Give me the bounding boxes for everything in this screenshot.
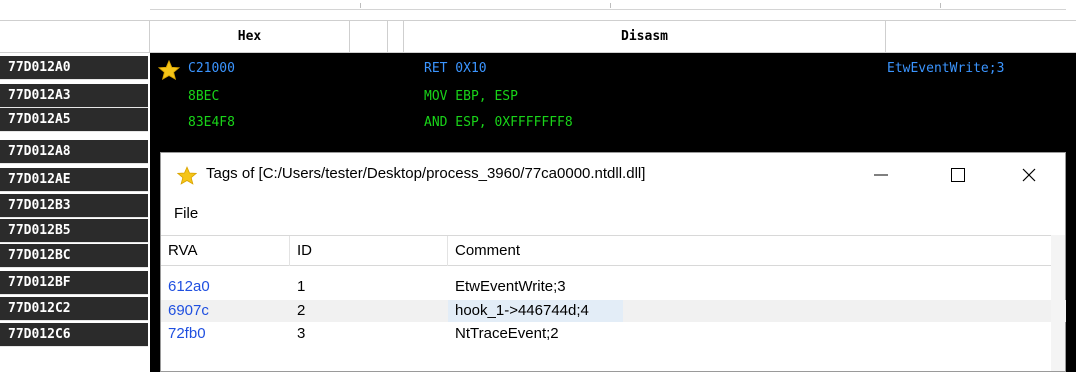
header-disasm[interactable]: Disasm <box>404 21 886 52</box>
code-row[interactable]: 83E4F8 AND ESP, 0XFFFFFFF8 <box>150 111 1076 135</box>
address-cell[interactable]: 77D012C2 <box>0 297 148 321</box>
header-hex[interactable]: Hex <box>150 21 350 52</box>
column-header-comment[interactable]: Comment <box>448 236 1051 266</box>
address-cell[interactable]: 77D012C6 <box>0 323 148 347</box>
close-icon <box>1022 168 1036 182</box>
column-header-rva[interactable]: RVA <box>161 236 289 266</box>
column-header: Hex Disasm <box>0 20 1076 53</box>
address-cell[interactable]: 77D012A8 <box>0 140 148 164</box>
table-header: RVA ID Comment <box>161 235 1065 266</box>
dialog-titlebar[interactable]: Tags of [C:/Users/tester/Desktop/process… <box>161 153 1065 197</box>
ruler-line <box>150 9 1066 10</box>
header-comment[interactable] <box>886 21 1076 52</box>
code-row[interactable]: C21000 RET 0X10 EtwEventWrite;3 <box>150 57 1076 81</box>
address-cell[interactable]: 77D012A3 <box>0 84 148 108</box>
vertical-scrollbar[interactable] <box>1051 235 1065 371</box>
menu-bar: File <box>161 197 1065 229</box>
tags-dialog: Tags of [C:/Users/tester/Desktop/process… <box>160 152 1066 372</box>
maximize-button[interactable] <box>936 159 980 191</box>
cell-id: 1 <box>297 278 306 295</box>
cell-comment: EtwEventWrite;3 <box>455 278 566 295</box>
tags-table: RVA ID Comment 612a0 1 EtwEventWrite;3 6… <box>161 235 1066 371</box>
minimize-button[interactable] <box>859 159 903 191</box>
minimize-icon <box>874 174 888 176</box>
column-header-id[interactable]: ID <box>290 236 447 266</box>
address-cell[interactable]: 77D012BC <box>0 244 148 268</box>
cell-comment: hook_1->446744d;4 <box>455 302 589 319</box>
address-cell[interactable]: 77D012A5 <box>0 108 148 132</box>
hex-bytes: 83E4F8 <box>188 115 235 130</box>
header-hex-label: Hex <box>237 29 262 44</box>
address-cell[interactable]: 77D012BF <box>0 271 148 295</box>
star-icon <box>158 60 180 80</box>
ruler-tick <box>940 3 941 8</box>
cell-rva: 612a0 <box>168 278 210 295</box>
header-address[interactable] <box>0 21 150 52</box>
address-cell[interactable]: 77D012A0 <box>0 56 148 80</box>
address-cell[interactable]: 77D012B5 <box>0 219 148 243</box>
cell-comment: NtTraceEvent;2 <box>455 325 559 342</box>
app-window: Hex Disasm 77D012A0 77D012A3 77D012A5 77… <box>0 0 1076 372</box>
star-icon <box>177 166 197 185</box>
code-row[interactable]: 8BEC MOV EBP, ESP <box>150 85 1076 109</box>
ruler-tick <box>360 3 361 8</box>
header-disasm-label: Disasm <box>621 29 668 44</box>
instruction: MOV EBP, ESP <box>424 89 518 104</box>
cell-id: 2 <box>297 302 306 319</box>
top-ruler <box>0 0 1076 20</box>
address-cell[interactable]: 77D012B3 <box>0 194 148 218</box>
header-spacer[interactable] <box>350 21 388 52</box>
dialog-title: Tags of [C:/Users/tester/Desktop/process… <box>206 165 646 182</box>
address-cell[interactable]: 77D012AE <box>0 168 148 192</box>
cell-rva: 6907c <box>168 302 209 319</box>
menu-file[interactable]: File <box>174 205 198 222</box>
cell-rva: 72fb0 <box>168 325 206 342</box>
comment: EtwEventWrite;3 <box>887 61 1005 76</box>
instruction: AND ESP, 0XFFFFFFF8 <box>424 115 573 130</box>
hex-bytes: 8BEC <box>188 89 220 104</box>
instruction: RET 0X10 <box>424 61 487 76</box>
hex-bytes: C21000 <box>188 61 235 76</box>
cell-id: 3 <box>297 325 306 342</box>
address-column: 77D012A0 77D012A3 77D012A5 77D012A8 77D0… <box>0 53 148 372</box>
maximize-icon <box>951 168 965 182</box>
table-row[interactable]: 72fb0 3 NtTraceEvent;2 <box>161 323 1065 345</box>
ruler-tick <box>610 3 611 8</box>
close-button[interactable] <box>1007 159 1051 191</box>
table-row[interactable]: 6907c 2 hook_1->446744d;4 <box>161 300 1066 322</box>
header-spacer[interactable] <box>388 21 404 52</box>
table-row[interactable]: 612a0 1 EtwEventWrite;3 <box>161 276 1065 298</box>
